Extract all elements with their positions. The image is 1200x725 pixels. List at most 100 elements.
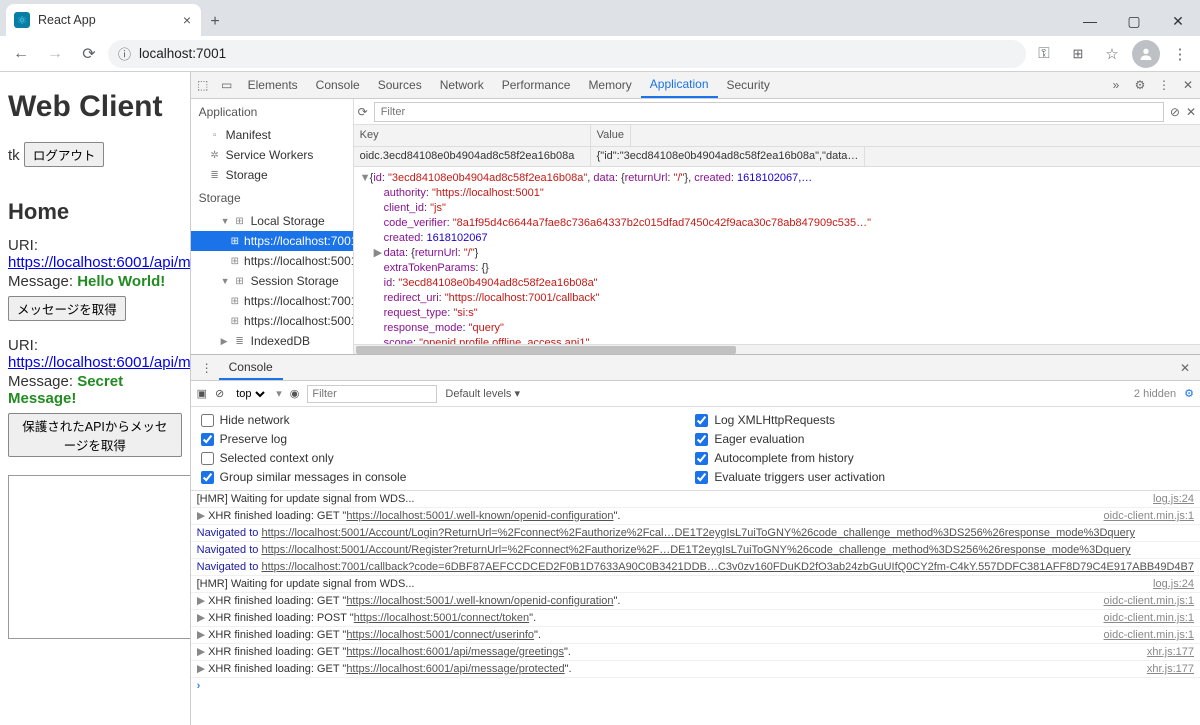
greetings-message: Hello World! (77, 273, 165, 290)
tab-performance[interactable]: Performance (493, 72, 580, 98)
translate-icon[interactable]: ⊞ (1064, 40, 1092, 68)
sidebar-service-workers[interactable]: ✲Service Workers (191, 145, 353, 165)
msg-label: Message: (8, 273, 77, 290)
sidebar-ls-7001[interactable]: ⊞https://localhost:7001 (191, 231, 353, 251)
protected-link[interactable]: https://localhost:6001/api/message/prote… (8, 354, 190, 371)
table-icon: ⊞ (234, 276, 246, 287)
opt-preserve-log[interactable]: Preserve log (201, 432, 696, 446)
db-icon: ≣ (234, 336, 246, 347)
back-button[interactable]: ← (6, 39, 36, 69)
output-textarea[interactable] (8, 475, 190, 639)
opt-selected-context[interactable]: Selected context only (201, 451, 696, 465)
opt-eager-eval[interactable]: Eager evaluation (695, 432, 1190, 446)
tab-elements[interactable]: Elements (239, 72, 307, 98)
application-sidebar: Application ▫Manifest ✲Service Workers ≣… (191, 99, 354, 354)
storage-filter-input[interactable] (374, 102, 1164, 122)
console-tab[interactable]: Console (219, 355, 283, 380)
close-devtools-icon[interactable]: ✕ (1176, 78, 1200, 92)
logout-button[interactable]: ログアウト (24, 142, 105, 167)
tab-application[interactable]: Application (641, 72, 718, 98)
tab-sources[interactable]: Sources (369, 72, 431, 98)
url-text: localhost:7001 (139, 46, 226, 61)
console-settings-icon[interactable]: ⚙ (1184, 387, 1194, 400)
window-controls: — ▢ ✕ (1068, 6, 1200, 36)
key-icon[interactable]: ⚿ (1030, 40, 1058, 68)
get-protected-button[interactable]: 保護されたAPIからメッセージを取得 (8, 413, 182, 457)
minimize-icon[interactable]: — (1068, 6, 1112, 36)
live-expr-icon[interactable]: ◉ (290, 387, 300, 400)
sidebar-local-storage[interactable]: ▼⊞Local Storage (191, 211, 353, 231)
drawer-menu-icon[interactable]: ⋮ (195, 361, 219, 375)
tab-console[interactable]: Console (307, 72, 369, 98)
clear-icon[interactable]: ⊘ (1170, 105, 1180, 119)
delete-icon[interactable]: ✕ (1186, 105, 1196, 119)
storage-row[interactable]: oidc.3ecd84108e0b4904ad8c58f2ea16b08a {"… (354, 147, 1200, 167)
col-key[interactable]: Key (354, 125, 591, 146)
close-drawer-icon[interactable]: ✕ (1174, 361, 1196, 375)
react-favicon: ⚛ (14, 12, 30, 28)
sidebar-session-storage[interactable]: ▼⊞Session Storage (191, 271, 353, 291)
settings-icon[interactable]: ⚙ (1128, 78, 1152, 92)
menu-icon[interactable]: ⋮ (1166, 40, 1194, 68)
window-titlebar: ⚛ React App × + — ▢ ✕ (0, 0, 1200, 36)
console-filter-input[interactable] (307, 385, 437, 403)
site-info-icon[interactable]: ⓘ (118, 44, 131, 63)
user-prefix: tk (8, 147, 20, 164)
horizontal-scrollbar[interactable] (354, 344, 1200, 354)
table-icon: ⊞ (231, 296, 239, 307)
tab-network[interactable]: Network (431, 72, 493, 98)
table-icon: ⊞ (231, 256, 239, 267)
refresh-icon[interactable]: ⟳ (358, 105, 368, 119)
gear-icon: ✲ (209, 150, 221, 161)
sidebar-ls-5001[interactable]: ⊞https://localhost:5001 (191, 251, 353, 271)
forward-button: → (40, 39, 70, 69)
sidebar-ss-5001[interactable]: ⊞https://localhost:5001 (191, 311, 353, 331)
tab-title: React App (38, 13, 96, 27)
bookmark-icon[interactable]: ☆ (1098, 40, 1126, 68)
page-content: Web Client tk ログアウト Home URI: https://lo… (0, 72, 190, 725)
opt-group-similar[interactable]: Group similar messages in console (201, 470, 696, 484)
table-icon: ⊞ (231, 316, 239, 327)
devtools-panel: ⬚ ▭ Elements Console Sources Network Per… (190, 72, 1200, 725)
inspect-icon[interactable]: ⬚ (191, 78, 215, 92)
show-sidebar-icon[interactable]: ▣ (197, 387, 207, 400)
devtools-menu-icon[interactable]: ⋮ (1152, 78, 1176, 92)
uri-label: URI: (8, 337, 38, 354)
sidebar-manifest[interactable]: ▫Manifest (191, 125, 353, 145)
opt-eval-triggers[interactable]: Evaluate triggers user activation (695, 470, 1190, 484)
table-icon: ⊞ (234, 216, 246, 227)
tab-memory[interactable]: Memory (579, 72, 640, 98)
close-tab-icon[interactable]: × (183, 12, 191, 28)
sidebar-hdr-app: Application (191, 99, 353, 125)
maximize-icon[interactable]: ▢ (1112, 6, 1156, 36)
sidebar-ss-7001[interactable]: ⊞https://localhost:7001 (191, 291, 353, 311)
sidebar-indexeddb[interactable]: ▶≣IndexedDB (191, 331, 353, 351)
more-tabs-icon[interactable]: » (1104, 78, 1128, 92)
profile-avatar[interactable] (1132, 40, 1160, 68)
opt-log-xhr[interactable]: Log XMLHttpRequests (695, 413, 1190, 427)
tab-security[interactable]: Security (718, 72, 779, 98)
msg-label: Message: (8, 373, 77, 390)
hidden-count[interactable]: 2 hidden (1134, 388, 1176, 400)
console-settings: Hide network Log XMLHttpRequests Preserv… (191, 407, 1200, 491)
close-window-icon[interactable]: ✕ (1156, 6, 1200, 36)
greetings-link[interactable]: https://localhost:6001/api/message/greet… (8, 254, 190, 271)
col-value[interactable]: Value (591, 125, 631, 146)
sidebar-storage[interactable]: ≣Storage (191, 165, 353, 185)
opt-autocomplete[interactable]: Autocomplete from history (695, 451, 1190, 465)
db-icon: ≣ (209, 170, 221, 181)
devtools-tabs: ⬚ ▭ Elements Console Sources Network Per… (191, 72, 1200, 99)
storage-value: {"id":"3ecd84108e0b4904ad8c58f2ea16b08a"… (591, 147, 866, 166)
get-message-button[interactable]: メッセージを取得 (8, 296, 126, 321)
opt-hide-network[interactable]: Hide network (201, 413, 696, 427)
reload-button[interactable]: ⟳ (74, 39, 104, 69)
log-levels[interactable]: Default levels ▾ (445, 387, 520, 400)
context-select[interactable]: top (232, 387, 268, 401)
address-bar[interactable]: ⓘ localhost:7001 (108, 40, 1026, 68)
browser-tab[interactable]: ⚛ React App × (6, 4, 201, 36)
new-tab-button[interactable]: + (201, 8, 229, 36)
console-log[interactable]: [HMR] Waiting for update signal from WDS… (191, 491, 1200, 725)
device-icon[interactable]: ▭ (215, 78, 239, 92)
clear-console-icon[interactable]: ⊘ (215, 387, 224, 400)
section-title: Home (8, 199, 182, 225)
